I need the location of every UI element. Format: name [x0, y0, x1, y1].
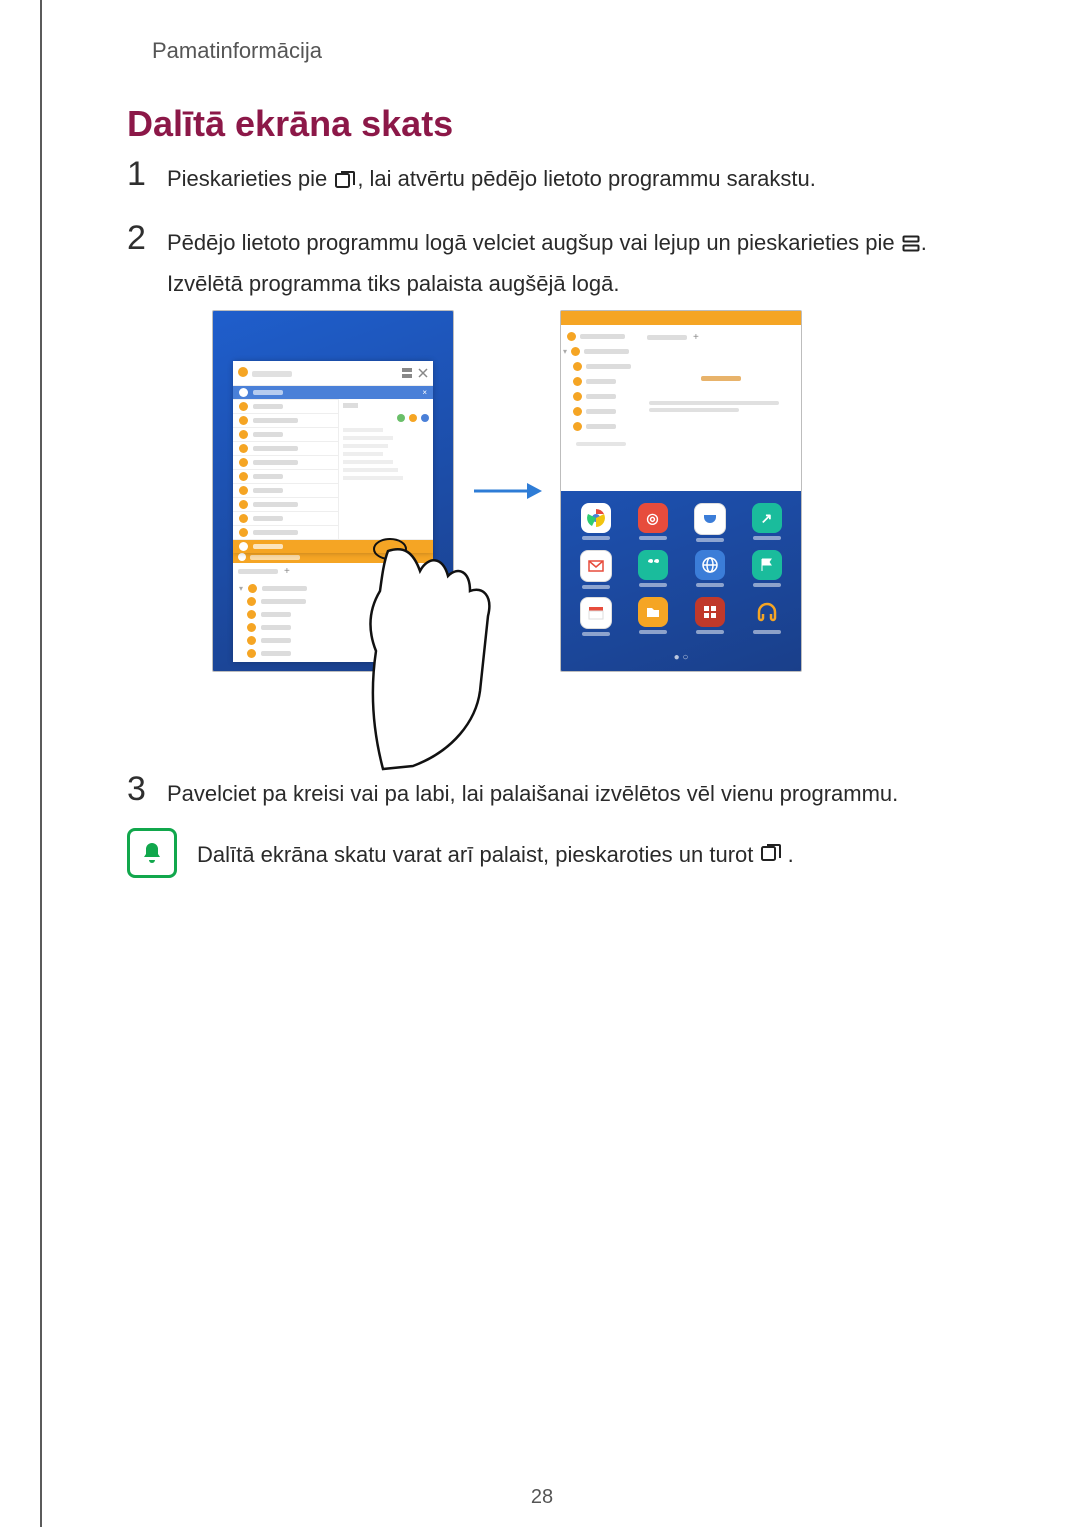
step-2-number: 2 — [127, 221, 167, 255]
app-icon-red: ◎ — [638, 503, 668, 533]
app-icon-flag — [752, 550, 782, 580]
calendar-icon — [580, 597, 612, 629]
files-icon — [638, 597, 668, 627]
recent-apps-icon — [334, 163, 356, 200]
running-head: Pamatinformācija — [152, 38, 322, 64]
note-callout: Dalītā ekrāna skatu varat arī palaist, p… — [127, 828, 997, 878]
section-title: Dalītā ekrāna skats — [127, 103, 453, 145]
chrome-icon — [581, 503, 611, 533]
app-icon-grid — [695, 597, 725, 627]
app-icon-arrow: ↗ — [752, 503, 782, 533]
hangouts-icon — [638, 550, 668, 580]
headphones-icon — [752, 597, 782, 627]
galaxy-apps-icon — [694, 503, 726, 535]
split-and-close-icons — [402, 368, 428, 378]
step-3-text: Pavelciet pa kreisi vai pa labi, lai pal… — [167, 775, 898, 812]
step-1-text: Pieskarieties pie , lai atvērtu pēdējo l… — [167, 160, 816, 200]
bell-icon — [127, 828, 177, 878]
browser-icon — [695, 550, 725, 580]
step-3-number: 3 — [127, 772, 167, 806]
figure-left-screen: × — [212, 310, 454, 672]
step-1-number: 1 — [127, 157, 167, 191]
arrow-right-icon — [472, 476, 542, 506]
step-1: 1 Pieskarieties pie , lai atvērtu pēdējo… — [127, 160, 997, 200]
recent-apps-icon — [760, 842, 788, 867]
note-text: Dalītā ekrāna skatu varat arī palaist, p… — [197, 828, 794, 873]
hand-gesture-icon — [358, 521, 488, 751]
page-indicator: ● ○ — [561, 652, 801, 663]
page-number: 28 — [2, 1486, 1080, 1509]
step-3: 3 Pavelciet pa kreisi vai pa labi, lai p… — [127, 775, 997, 812]
gmail-icon — [580, 550, 612, 582]
figure-right-screen: ▾ + — [560, 310, 802, 672]
split-view-icon — [902, 227, 920, 264]
step-2: 2 Pēdējo lietoto programmu logā velciet … — [127, 224, 997, 302]
app-grid: ◎ ↗ — [571, 503, 791, 636]
figure-split-screen: × — [212, 310, 832, 672]
step-2-text: Pēdējo lietoto programmu logā velciet au… — [167, 224, 927, 302]
